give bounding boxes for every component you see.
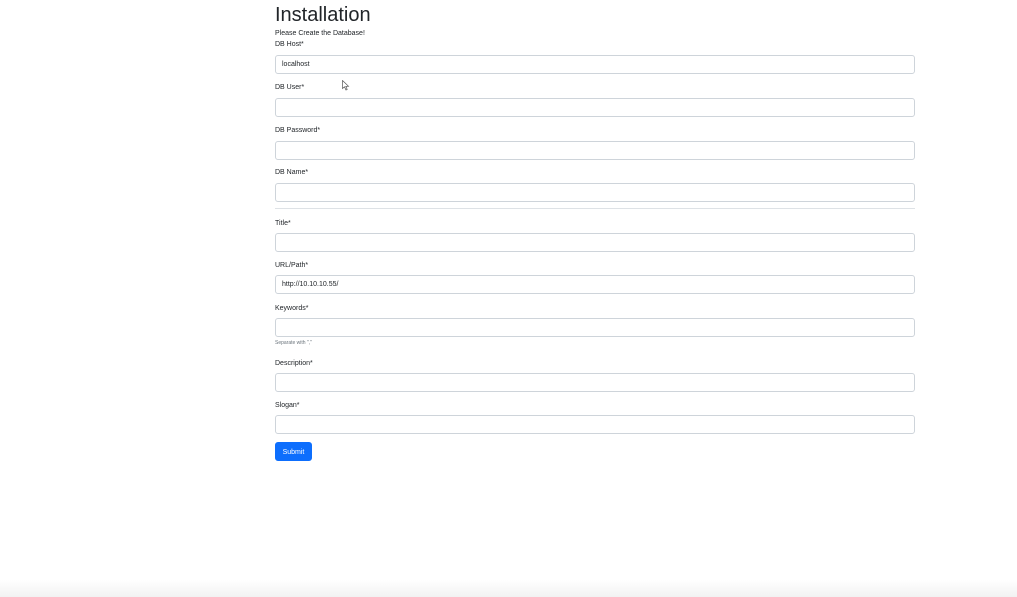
db-user-input[interactable] bbox=[275, 98, 915, 117]
bottom-bar bbox=[0, 580, 1017, 597]
title-group: Title* bbox=[275, 219, 915, 252]
description-label: Description* bbox=[275, 360, 313, 367]
db-user-label: DB User* bbox=[275, 84, 305, 91]
db-name-label: DB Name* bbox=[275, 169, 309, 176]
db-host-group: DB Host* localhost bbox=[275, 40, 915, 74]
section-divider bbox=[275, 208, 915, 209]
url-path-input[interactable]: http://10.10.10.55/ bbox=[275, 275, 915, 294]
db-password-input[interactable] bbox=[275, 141, 915, 160]
slogan-label: Slogan* bbox=[275, 402, 300, 409]
db-host-input[interactable]: localhost bbox=[275, 55, 915, 74]
url-path-group: URL/Path* http://10.10.10.55/ bbox=[275, 261, 915, 294]
intro-text: Please Create the Database! bbox=[275, 30, 365, 37]
db-password-group: DB Password* bbox=[275, 126, 915, 160]
db-host-label: DB Host* bbox=[275, 41, 304, 48]
page-title: Installation bbox=[275, 4, 371, 26]
db-name-input[interactable] bbox=[275, 183, 915, 202]
title-label: Title* bbox=[275, 220, 291, 227]
slogan-group: Slogan* bbox=[275, 401, 915, 434]
keywords-help-text: Separate with "," bbox=[275, 340, 312, 346]
description-input[interactable] bbox=[275, 373, 915, 392]
title-input[interactable] bbox=[275, 233, 915, 252]
slogan-input[interactable] bbox=[275, 415, 915, 434]
keywords-group: Keywords* Separate with "," bbox=[275, 304, 915, 347]
db-user-group: DB User* bbox=[275, 83, 915, 117]
keywords-input[interactable] bbox=[275, 318, 915, 337]
description-group: Description* bbox=[275, 359, 915, 392]
db-password-label: DB Password* bbox=[275, 127, 321, 134]
installation-page: Installation Please Create the Database!… bbox=[0, 0, 1017, 597]
url-path-label: URL/Path* bbox=[275, 262, 309, 269]
keywords-label: Keywords* bbox=[275, 305, 309, 312]
db-name-group: DB Name* bbox=[275, 168, 915, 202]
submit-button[interactable]: Submit bbox=[275, 442, 312, 461]
